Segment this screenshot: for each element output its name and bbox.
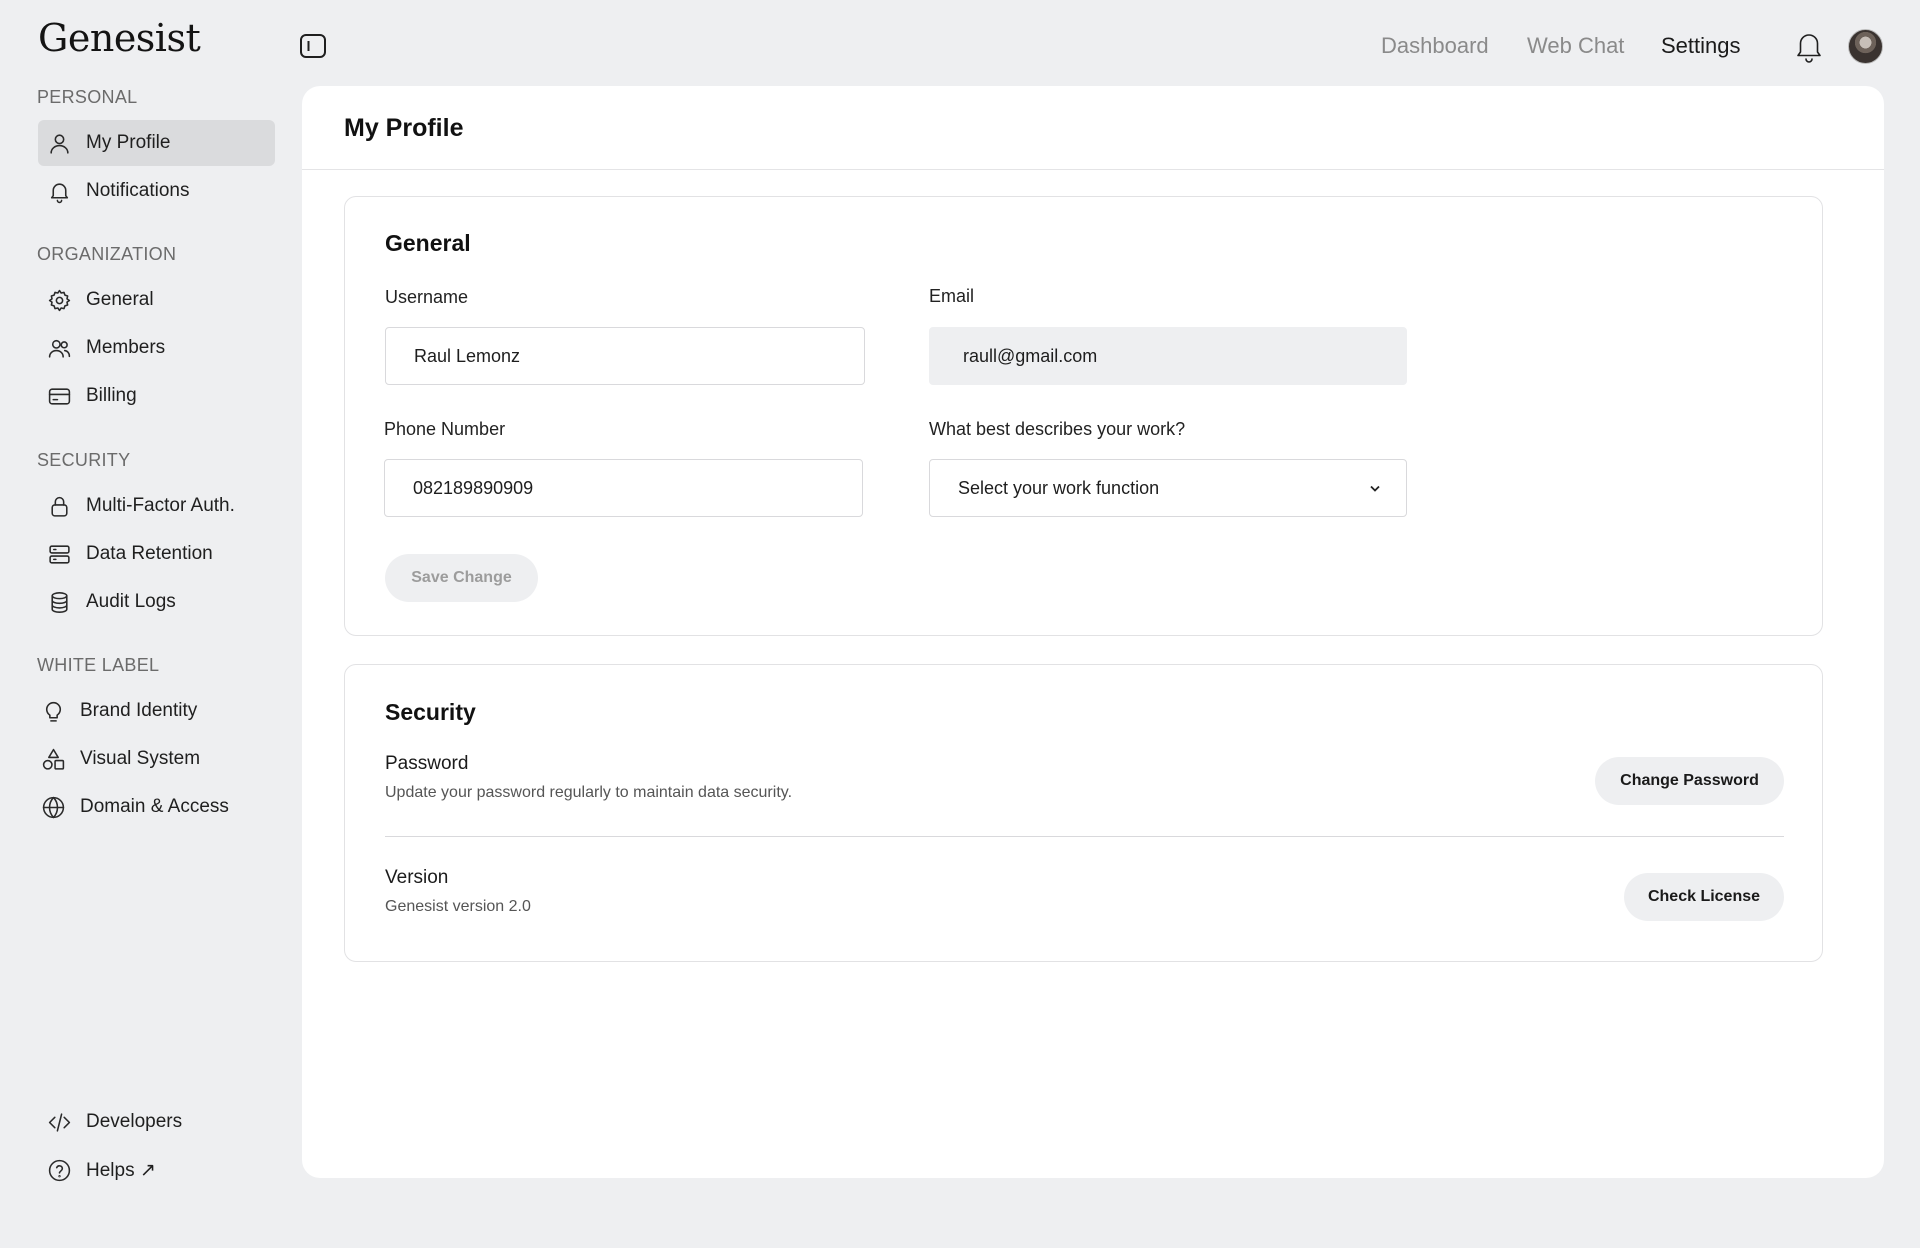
security-panel: Security Password Update your password r…: [344, 664, 1823, 962]
email-label: Email: [929, 286, 975, 306]
topnav-settings[interactable]: Settings: [1661, 33, 1741, 59]
sidebar-item-label: Notifications: [86, 180, 190, 201]
username-input[interactable]: Raul Lemonz: [385, 327, 865, 385]
shapes-icon: [40, 746, 66, 772]
sidebar-item-label: Helps ↗: [86, 1159, 156, 1181]
email-field[interactable]: raull@gmail.com: [929, 327, 1407, 385]
sidebar-item-data-retention[interactable]: Data Retention: [38, 531, 275, 577]
code-icon: [46, 1109, 72, 1135]
section-label-personal: PERSONAL: [37, 87, 138, 107]
password-description: Update your password regularly to mainta…: [385, 784, 793, 801]
sidebar-item-label: Multi-Factor Auth.: [86, 495, 235, 516]
sidebar-item-label: Billing: [86, 385, 137, 406]
general-panel: General Username Raul Lemonz Email raull…: [344, 196, 1823, 636]
sidebar-toggle-icon: [300, 34, 326, 58]
sidebar-item-label: Brand Identity: [80, 700, 198, 721]
title-divider: [302, 169, 1884, 170]
save-change-button[interactable]: Save Change: [385, 554, 538, 602]
sidebar-item-label: General: [86, 289, 154, 310]
sidebar-item-billing[interactable]: Billing: [38, 373, 275, 419]
app-root: Genesist PERSONAL My Profile Notificatio…: [0, 0, 1920, 1248]
sidebar-item-audit-logs[interactable]: Audit Logs: [38, 579, 275, 625]
sidebar-item-my-profile[interactable]: My Profile: [38, 120, 275, 166]
change-password-button[interactable]: Change Password: [1595, 757, 1784, 805]
users-icon: [46, 335, 72, 361]
sidebar-item-general[interactable]: General: [38, 277, 275, 323]
help-circle-icon: [46, 1157, 72, 1183]
sidebar-item-members[interactable]: Members: [38, 325, 275, 371]
user-avatar[interactable]: [1848, 29, 1883, 64]
sidebar-item-domain-access[interactable]: Domain & Access: [32, 784, 269, 830]
sidebar-toggle-button[interactable]: [298, 32, 328, 60]
page-title: My Profile: [344, 114, 464, 142]
sidebar-item-helps[interactable]: Helps ↗: [38, 1147, 275, 1193]
section-label-white-label: WHITE LABEL: [37, 655, 160, 675]
work-function-select[interactable]: Select your work function: [929, 459, 1407, 517]
sidebar-item-label: My Profile: [86, 132, 171, 153]
version-description: Genesist version 2.0: [385, 898, 531, 915]
sidebar-item-label: Developers: [86, 1111, 183, 1132]
lightbulb-icon: [40, 698, 66, 724]
gear-icon: [46, 287, 72, 313]
security-title: Security: [385, 699, 476, 725]
sidebar-item-visual-system[interactable]: Visual System: [32, 736, 269, 782]
sidebar-item-label: Domain & Access: [80, 796, 229, 817]
chevron-down-icon: [1366, 479, 1384, 497]
server-icon: [46, 541, 72, 567]
credit-card-icon: [46, 383, 72, 409]
phone-label: Phone Number: [384, 419, 506, 439]
work-function-placeholder: Select your work function: [958, 477, 1160, 498]
topnav-dashboard[interactable]: Dashboard: [1381, 33, 1489, 59]
notifications-button[interactable]: [1792, 28, 1826, 64]
globe-icon: [40, 794, 66, 820]
password-title: Password: [385, 753, 469, 774]
topnav-web-chat[interactable]: Web Chat: [1527, 33, 1624, 59]
sidebar-item-notifications[interactable]: Notifications: [38, 168, 275, 214]
section-label-security: SECURITY: [37, 450, 131, 470]
bell-icon: [46, 178, 72, 204]
version-title: Version: [385, 867, 449, 888]
database-icon: [46, 589, 72, 615]
user-icon: [46, 130, 72, 156]
general-title: General: [385, 230, 471, 256]
sidebar-item-label: Audit Logs: [86, 591, 176, 612]
section-label-organization: ORGANIZATION: [37, 244, 177, 264]
username-label: Username: [385, 287, 469, 307]
sidebar-item-brand-identity[interactable]: Brand Identity: [32, 688, 269, 734]
bell-icon: [1797, 34, 1821, 63]
sidebar-item-multi-factor-auth[interactable]: Multi-Factor Auth.: [38, 483, 275, 529]
sidebar-item-developers[interactable]: Developers: [38, 1099, 275, 1145]
lock-icon: [46, 493, 72, 519]
sidebar: Genesist PERSONAL My Profile Notificatio…: [0, 0, 300, 1248]
sidebar-item-label: Members: [86, 337, 166, 358]
work-function-label: What best describes your work?: [929, 419, 1186, 439]
sidebar-item-label: Data Retention: [86, 543, 213, 564]
check-license-button[interactable]: Check License: [1624, 873, 1784, 921]
security-divider: [385, 836, 1784, 837]
sidebar-item-label: Visual System: [80, 748, 201, 769]
app-logo: Genesist: [38, 16, 201, 60]
main-content: My Profile General Username Raul Lemonz …: [302, 86, 1884, 1178]
phone-input[interactable]: 082189890909: [384, 459, 863, 517]
